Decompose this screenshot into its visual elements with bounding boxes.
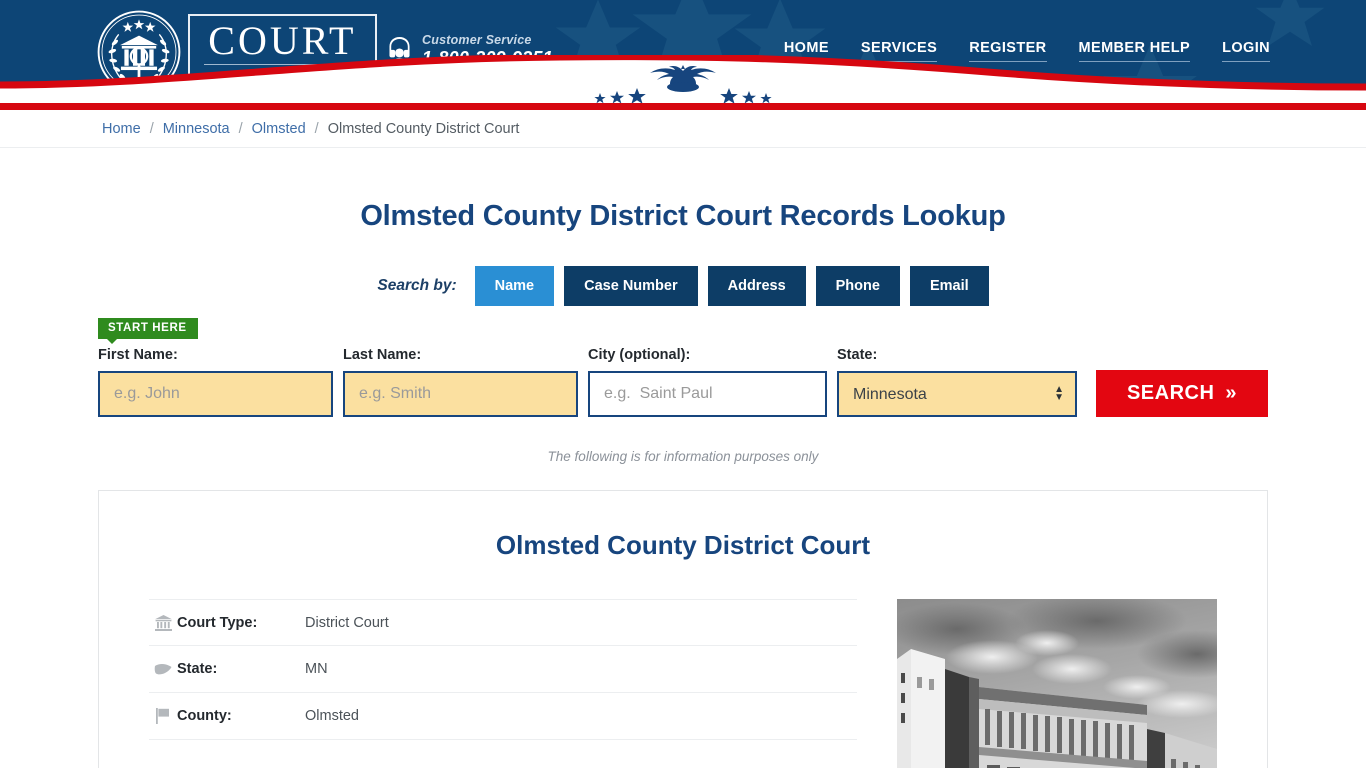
table-row: Court Type: District Court	[149, 599, 857, 646]
first-name-input[interactable]	[98, 371, 333, 417]
court-type-value: District Court	[305, 614, 389, 631]
breadcrumb-bar: Home / Minnesota / Olmsted / Olmsted Cou…	[0, 110, 1366, 148]
city-field-group: City (optional):	[588, 347, 827, 417]
court-type-label: Court Type:	[177, 614, 258, 631]
breadcrumb-item-olmsted[interactable]: Olmsted	[252, 121, 306, 137]
breadcrumb-item-minnesota[interactable]: Minnesota	[163, 121, 230, 137]
search-by-tabs: Search by: Name Case Number Address Phon…	[0, 266, 1366, 306]
city-label: City (optional):	[588, 347, 691, 363]
breadcrumb-separator: /	[314, 120, 319, 137]
state-label: State:	[177, 661, 218, 677]
red-accent-bar	[0, 103, 1366, 110]
city-input[interactable]	[588, 371, 827, 417]
breadcrumb-separator: /	[238, 120, 243, 137]
tab-name[interactable]: Name	[474, 266, 555, 306]
last-name-label: Last Name:	[343, 347, 422, 363]
breadcrumb-separator: /	[149, 120, 154, 137]
court-info-table: Court Type: District Court State: MN Cou…	[149, 599, 857, 768]
chevron-double-right-icon: »	[1225, 382, 1238, 404]
county-value: Olmsted	[305, 708, 359, 724]
last-name-input[interactable]	[343, 371, 578, 417]
court-details-card: Olmsted County District Court Court Type…	[98, 490, 1268, 768]
state-value: MN	[305, 661, 328, 677]
tab-address[interactable]: Address	[707, 266, 806, 306]
state-select[interactable]: Minnesota	[837, 371, 1077, 417]
search-button[interactable]: SEARCH »	[1096, 370, 1268, 417]
tab-phone[interactable]: Phone	[815, 266, 900, 306]
table-row: County: Olmsted	[149, 693, 857, 740]
disclaimer-text: The following is for information purpose…	[547, 449, 819, 464]
county-label: County:	[177, 708, 232, 724]
court-name-title: Olmsted County District Court	[495, 530, 871, 560]
state-field-group: State: Minnesota ▲ ▼	[837, 347, 1077, 417]
site-header: COURT CASE FINDER Customer Service 1-800…	[0, 0, 1366, 103]
first-name-field-group: First Name:	[98, 347, 333, 417]
customer-service-label: Customer Service	[422, 33, 532, 47]
breadcrumb-item-current: Olmsted County District Court	[327, 120, 520, 137]
table-row: State: MN	[149, 646, 857, 693]
breadcrumb-item-home[interactable]: Home	[102, 121, 141, 137]
search-form: START HERE First Name: Last Name: City (…	[98, 306, 1268, 417]
tab-case-number[interactable]: Case Number	[564, 266, 698, 306]
breadcrumb: Home / Minnesota / Olmsted / Olmsted Cou…	[102, 121, 519, 137]
search-button-label: SEARCH	[1126, 382, 1215, 404]
usa-map-icon	[149, 663, 177, 676]
courthouse-photo	[897, 599, 1217, 768]
patriotic-wave-decoration	[0, 55, 1366, 103]
start-here-badge: START HERE	[98, 318, 198, 344]
flag-icon	[149, 708, 177, 724]
first-name-label: First Name:	[98, 347, 178, 363]
page-title: Olmsted County District Court Records Lo…	[360, 200, 1006, 232]
search-by-label: Search by:	[377, 277, 457, 294]
state-label: State:	[837, 347, 878, 363]
bank-building-icon	[149, 614, 177, 631]
tab-email[interactable]: Email	[909, 266, 989, 306]
last-name-field-group: Last Name:	[343, 347, 578, 417]
